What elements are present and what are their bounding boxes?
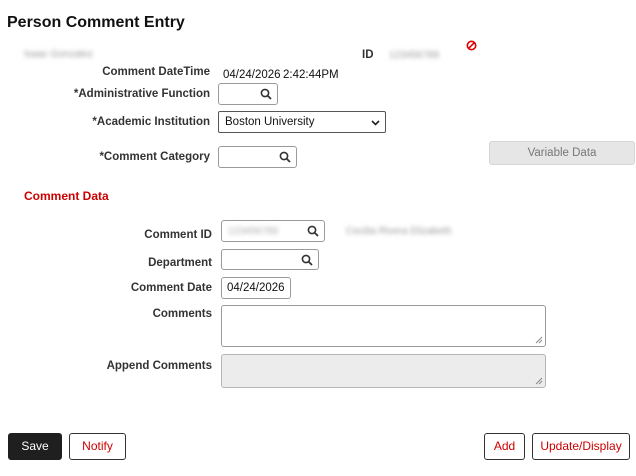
admin-function-label: *Administrative Function: [73, 88, 210, 100]
admin-function-input[interactable]: [218, 83, 278, 105]
comment-data-section-title: Comment Data: [24, 189, 109, 203]
person-comment-entry-page: Person Comment Entry Isaac Gonzalez ID 1…: [0, 0, 636, 476]
notify-button[interactable]: Notify: [69, 433, 126, 460]
append-comments-label: Append Comments: [106, 360, 212, 372]
academic-institution-select[interactable]: Boston University: [218, 111, 386, 133]
id-label: ID: [362, 49, 374, 61]
variable-data-button[interactable]: Variable Data: [489, 141, 635, 165]
department-input[interactable]: [221, 249, 319, 270]
search-icon[interactable]: [260, 88, 272, 100]
department-label: Department: [148, 257, 212, 269]
comment-date-label: Comment Date: [130, 282, 212, 294]
comment-datetime-label: Comment DateTime: [102, 66, 210, 78]
search-icon[interactable]: [301, 254, 313, 266]
comments-label: Comments: [152, 308, 212, 320]
commenter-name: Cecilia Rivera Elizabeth: [346, 226, 452, 237]
comment-id-label: Comment ID: [144, 229, 212, 241]
search-icon[interactable]: [279, 151, 291, 163]
resize-grip-icon: [535, 377, 543, 385]
id-value: 123456789: [389, 50, 440, 61]
chevron-down-icon: [371, 120, 380, 126]
comment-date-input[interactable]: 04/24/2026: [221, 277, 291, 299]
comment-id-value: 123456789: [228, 226, 279, 237]
comment-category-label: *Comment Category: [99, 151, 210, 163]
search-icon[interactable]: [307, 225, 319, 237]
not-allowed-icon: [466, 40, 477, 51]
append-comments-textarea: [221, 354, 546, 388]
save-button[interactable]: Save: [8, 433, 62, 460]
comment-id-input[interactable]: 123456789: [221, 220, 325, 242]
update-display-button[interactable]: Update/Display: [532, 433, 630, 460]
comment-category-input[interactable]: [218, 146, 297, 168]
add-button[interactable]: Add: [484, 433, 525, 460]
comment-time-value: 2:42:44PM: [283, 69, 339, 81]
person-name: Isaac Gonzalez: [24, 49, 93, 60]
academic-institution-label: *Academic Institution: [92, 116, 210, 128]
resize-grip-icon[interactable]: [535, 336, 543, 344]
page-title: Person Comment Entry: [7, 14, 185, 31]
comment-date-value: 04/24/2026: [223, 69, 281, 81]
academic-institution-value: Boston University: [225, 116, 315, 128]
comments-textarea[interactable]: [221, 305, 546, 347]
